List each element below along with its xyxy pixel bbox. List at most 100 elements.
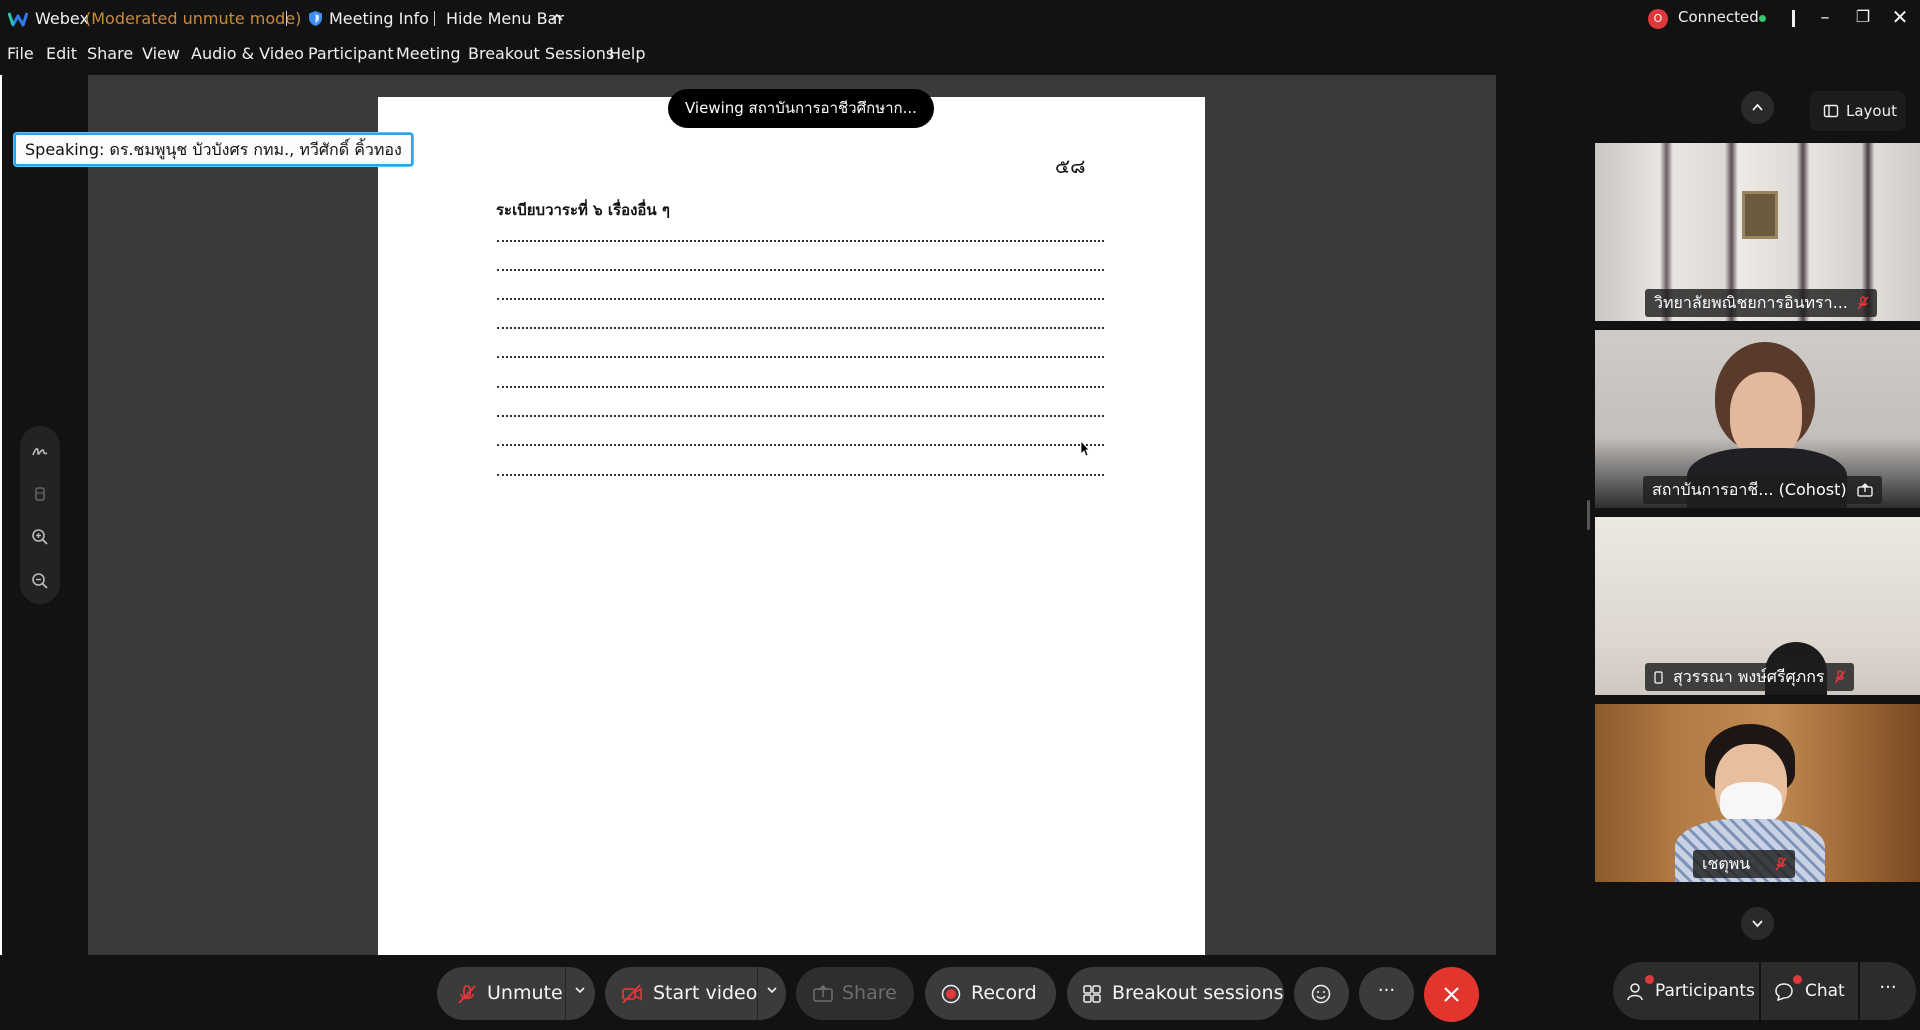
notification-badge: [1645, 975, 1654, 984]
record-button[interactable]: Record: [925, 967, 1056, 1020]
layout-label: Layout: [1846, 102, 1897, 120]
chat-icon: [1775, 983, 1793, 1002]
button-split: [565, 967, 566, 1020]
participant-face: [1730, 372, 1802, 460]
scroll-down-button[interactable]: [1741, 907, 1774, 940]
recording-indicator: O: [1648, 9, 1668, 29]
unmute-mode-label: (Moderated unmute mode): [85, 9, 302, 28]
chat-label: Chat: [1805, 981, 1845, 1001]
share-label: Share: [842, 982, 897, 1004]
reactions-button[interactable]: [1294, 967, 1349, 1020]
eraser-icon[interactable]: [30, 484, 50, 504]
notification-badge: [1793, 975, 1802, 984]
participants-label: Participants: [1655, 981, 1755, 1001]
mouse-pointer-icon: [1080, 440, 1090, 457]
annotation-toolbar: [20, 426, 60, 604]
restore-icon[interactable]: ❐: [1853, 7, 1873, 27]
agenda-title: ระเบียบวาระที่ ๖ เรื่องอื่น ๆ: [496, 201, 670, 219]
blank-line: [497, 269, 1104, 271]
scroll-up-button[interactable]: [1741, 91, 1774, 124]
participant-name: เชตุพน: [1702, 854, 1751, 873]
video-off-icon: [622, 984, 642, 1004]
muted-mic-icon: [1776, 857, 1787, 871]
menu-participant[interactable]: Participant: [308, 44, 394, 63]
more-options-icon: ···: [1377, 980, 1396, 1001]
participants-button[interactable]: Participants: [1613, 962, 1759, 1020]
breakout-label: Breakout sessions: [1112, 982, 1284, 1004]
blank-line: [497, 474, 1104, 476]
wall-portrait: [1742, 191, 1778, 239]
mobile-device-icon: [1654, 671, 1663, 684]
webex-logo-icon: [8, 12, 28, 27]
participant-name-tag: วิทยาลัยพณิชยการอินทรา...: [1645, 289, 1877, 317]
chevron-up-icon[interactable]: [550, 12, 564, 22]
face-mask: [1720, 782, 1782, 824]
window-edge: [0, 75, 2, 955]
muted-mic-icon: [1857, 296, 1868, 310]
breakout-sessions-button[interactable]: Breakout sessions: [1067, 967, 1284, 1020]
shield-icon: [309, 11, 322, 26]
participant-tile[interactable]: สถาบันการอาชี... (Cohost): [1595, 328, 1920, 508]
meeting-info-button[interactable]: Meeting Info: [329, 9, 429, 28]
active-speaker-label: Speaking: ดร.ชมพูนุช บัวบังศร กทม., ทวีศ…: [14, 133, 413, 166]
hide-menu-bar-button[interactable]: Hide Menu Bar: [446, 9, 564, 28]
blank-line: [497, 386, 1104, 388]
connection-status: Connected: [1678, 8, 1759, 26]
record-icon: [941, 984, 961, 1004]
chevron-up-icon: [1752, 103, 1763, 111]
chat-button[interactable]: Chat: [1761, 962, 1858, 1020]
menu-breakout-sessions[interactable]: Breakout Sessions: [468, 44, 614, 63]
share-button[interactable]: Share: [796, 967, 914, 1020]
participant-name-tag: สถาบันการอาชี... (Cohost): [1643, 476, 1882, 504]
blank-line: [497, 327, 1104, 329]
close-icon[interactable]: ✕: [1890, 5, 1910, 29]
menu-file[interactable]: File: [7, 44, 34, 63]
blank-line: [497, 298, 1104, 300]
leave-meeting-button[interactable]: [1424, 967, 1479, 1022]
menu-edit[interactable]: Edit: [46, 44, 77, 63]
chevron-down-icon: [1752, 920, 1763, 928]
pen-annotate-icon[interactable]: [30, 441, 50, 461]
more-options-button[interactable]: ···: [1359, 967, 1414, 1020]
minimize-icon[interactable]: –: [1815, 7, 1835, 28]
panel-resize-handle[interactable]: [1587, 500, 1590, 530]
page-number: ๕๘: [1055, 154, 1086, 178]
menu-view[interactable]: View: [142, 44, 180, 63]
zoom-in-icon[interactable]: [30, 527, 50, 547]
layout-button[interactable]: Layout: [1810, 91, 1906, 131]
emoji-icon: [1311, 984, 1331, 1004]
unmute-button[interactable]: Unmute: [437, 967, 595, 1020]
participant-name-tag: เชตุพน: [1693, 850, 1796, 878]
menu-meeting[interactable]: Meeting: [396, 44, 461, 63]
participant-name: วิทยาลัยพณิชยการอินทรา...: [1654, 293, 1848, 312]
chevron-down-icon[interactable]: [574, 985, 586, 995]
record-label: Record: [971, 982, 1037, 1004]
close-icon: [1444, 987, 1459, 1002]
menu-share[interactable]: Share: [87, 44, 133, 63]
menu-help[interactable]: Help: [609, 44, 645, 63]
participant-tile[interactable]: สุวรรณา พงษ์ศรีศุภกร: [1595, 515, 1920, 695]
layout-icon: [1823, 104, 1839, 118]
participant-name: สุวรรณา พงษ์ศรีศุภกร: [1673, 667, 1825, 686]
button-split: [757, 967, 758, 1020]
more-options-icon: ···: [1879, 977, 1897, 998]
shared-document-page: [378, 97, 1205, 955]
menu-audio-video[interactable]: Audio & Video: [191, 44, 304, 63]
blank-line: [497, 415, 1104, 417]
muted-mic-icon: [458, 985, 476, 1004]
participants-icon: [1627, 983, 1643, 1001]
participant-tile[interactable]: วิทยาลัยพณิชยการอินทรา...: [1595, 141, 1920, 321]
start-video-button[interactable]: Start video: [605, 967, 786, 1020]
sharing-icon: [1856, 483, 1873, 497]
title-separator: [286, 11, 287, 26]
participant-name: สถาบันการอาชี... (Cohost): [1652, 480, 1847, 499]
participant-name-tag: สุวรรณา พงษ์ศรีศุภกร: [1645, 663, 1854, 691]
panel-more-button[interactable]: ···: [1860, 962, 1916, 1020]
app-name: Webex: [35, 9, 89, 28]
start-video-label: Start video: [653, 982, 758, 1004]
chevron-down-icon[interactable]: [766, 985, 778, 995]
zoom-out-icon[interactable]: [30, 571, 50, 591]
viewing-indicator: Viewing สถาบันการอาชีวศึกษาก...: [668, 89, 934, 128]
share-screen-icon: [813, 984, 833, 1002]
participant-tile[interactable]: เชตุพน: [1595, 702, 1920, 882]
